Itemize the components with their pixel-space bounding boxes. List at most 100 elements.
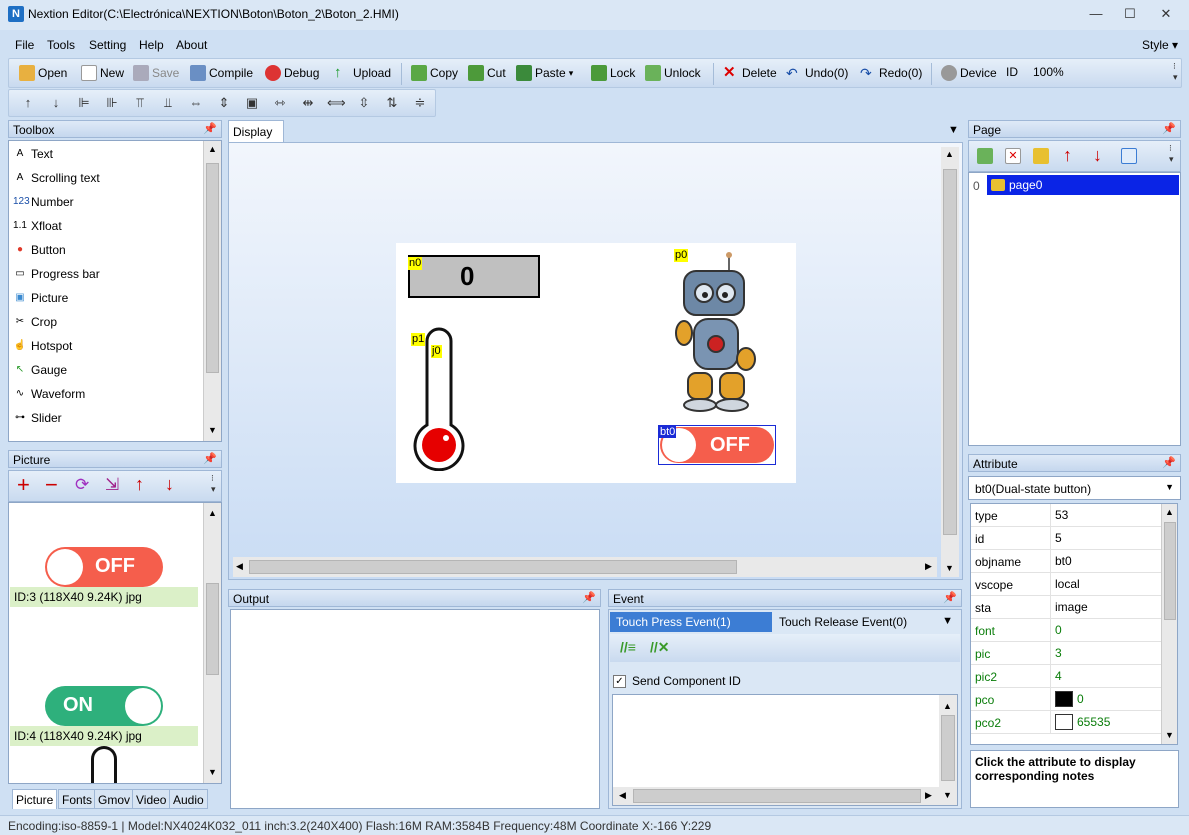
copy-page-icon[interactable] xyxy=(1121,148,1137,164)
thermometer-thumbnail[interactable] xyxy=(91,746,117,783)
remove-picture-icon[interactable]: − xyxy=(45,473,58,497)
scroll-thumb[interactable] xyxy=(249,560,737,574)
add-picture-icon[interactable]: + xyxy=(17,473,30,497)
tab-gmov[interactable]: Gmov xyxy=(94,789,135,809)
pin-icon[interactable]: 📌 xyxy=(582,591,596,604)
output-area[interactable] xyxy=(230,609,600,809)
tab-audio[interactable]: Audio xyxy=(169,789,208,809)
same-height-icon[interactable]: ⇳ xyxy=(355,95,373,111)
upload-button[interactable]: ↑ Upload xyxy=(334,65,391,81)
add-page-icon[interactable] xyxy=(977,148,993,164)
color-swatch[interactable] xyxy=(1055,714,1073,730)
pin-icon[interactable]: 📌 xyxy=(1162,122,1176,135)
scroll-up-icon[interactable]: ▲ xyxy=(208,144,217,154)
pin-icon[interactable]: 📌 xyxy=(203,452,217,465)
attribute-row[interactable]: pic 3 xyxy=(971,642,1177,665)
attribute-row[interactable]: id 5 xyxy=(971,527,1177,550)
new-button[interactable]: New xyxy=(81,65,124,81)
toolbox-item[interactable]: ▣ Picture xyxy=(13,291,68,305)
menu-file[interactable]: File xyxy=(15,38,34,52)
scroll-up-icon[interactable]: ▲ xyxy=(208,508,217,518)
picture-off-thumbnail[interactable]: OFF xyxy=(45,547,163,587)
horizontal-spacing-icon[interactable]: ⇹ xyxy=(299,95,317,111)
attribute-scrollbar[interactable]: ▲ ▼ xyxy=(1161,504,1177,744)
scroll-thumb[interactable] xyxy=(206,583,219,675)
debug-button[interactable]: Debug xyxy=(265,65,319,81)
toolbox-item[interactable]: ☝ Hotspot xyxy=(13,339,73,353)
zoom-level[interactable]: 100% xyxy=(1033,65,1064,79)
attribute-row[interactable]: pic2 4 xyxy=(971,665,1177,688)
replace-picture-icon[interactable]: ⟳ xyxy=(75,475,89,495)
align-bottom-icon[interactable]: ⫫ xyxy=(159,95,177,111)
scroll-left-icon[interactable]: ◀ xyxy=(236,561,243,572)
editor-hscrollbar[interactable]: ◀ ▶ ▼ xyxy=(613,787,957,805)
scroll-thumb[interactable] xyxy=(633,789,921,803)
component-selector[interactable]: bt0(Dual-state button) ▼ xyxy=(968,476,1181,500)
tab-display[interactable]: Display xyxy=(228,120,284,142)
send-component-id-option[interactable]: ✓ Send Component ID xyxy=(613,674,741,688)
tab-touch-press[interactable]: Touch Press Event(1) xyxy=(610,612,772,632)
attribute-row[interactable]: pco 0 xyxy=(971,688,1177,711)
picture-on-thumbnail[interactable]: ON xyxy=(45,686,163,726)
delete-button[interactable]: ✕ Delete xyxy=(723,65,777,81)
maximize-icon[interactable]: ☐ xyxy=(1120,6,1140,22)
id-button[interactable]: ID xyxy=(1006,65,1018,79)
unlock-button[interactable]: Unlock xyxy=(645,65,701,81)
menu-about[interactable]: About xyxy=(176,38,207,52)
scroll-down-icon[interactable]: ▼ xyxy=(945,563,954,573)
scroll-up-icon[interactable]: ▲ xyxy=(1165,507,1174,517)
move-up-icon[interactable]: ↑ xyxy=(135,474,144,495)
scroll-thumb[interactable] xyxy=(943,169,957,535)
delete-page-icon[interactable]: ✕ xyxy=(1005,148,1021,164)
compile-button[interactable]: Compile xyxy=(190,65,253,81)
bring-up-icon[interactable]: ↑ xyxy=(19,95,37,111)
attribute-row[interactable]: vscope local xyxy=(971,573,1177,596)
scroll-left-icon[interactable]: ◀ xyxy=(619,790,626,801)
lock-button[interactable]: Lock xyxy=(591,65,635,81)
scroll-thumb[interactable] xyxy=(941,715,955,781)
picture-scrollbar[interactable]: ▲ ▼ xyxy=(203,503,221,783)
toolbox-item[interactable]: 1.1 Xfloat xyxy=(13,219,62,233)
undo-button[interactable]: ↶ Undo(0) xyxy=(786,65,848,81)
scroll-right-icon[interactable]: ▶ xyxy=(925,561,932,572)
progress-component-j0[interactable]: j0 xyxy=(431,345,442,358)
attribute-row[interactable]: objname bt0 xyxy=(971,550,1177,573)
open-button[interactable]: Open xyxy=(19,65,67,81)
toolbox-item[interactable]: ✂ Crop xyxy=(13,315,57,329)
paste-button[interactable]: Paste ▾ xyxy=(516,65,573,81)
tab-video[interactable]: Video xyxy=(132,789,171,809)
scroll-up-icon[interactable]: ▲ xyxy=(945,149,954,159)
copy-button[interactable]: Copy xyxy=(411,65,458,81)
toolbar-overflow-icon[interactable]: ⁝ ▾ xyxy=(1169,143,1174,165)
align-top-icon[interactable]: ⫪ xyxy=(131,95,149,111)
page-item-page0[interactable]: page0 xyxy=(987,175,1179,195)
export-picture-icon[interactable]: ⇲ xyxy=(105,475,119,495)
scroll-up-icon[interactable]: ▲ xyxy=(943,701,952,711)
dropdown-icon[interactable]: ▼ xyxy=(942,615,953,627)
send-down-icon[interactable]: ↓ xyxy=(47,95,65,111)
toolbox-item[interactable]: A Scrolling text xyxy=(13,171,100,185)
scroll-down-icon[interactable]: ▼ xyxy=(208,425,217,435)
color-swatch[interactable] xyxy=(1055,691,1073,707)
tab-picture[interactable]: Picture xyxy=(12,789,58,809)
scroll-down-icon[interactable]: ▼ xyxy=(1165,730,1174,740)
attribute-row[interactable]: type 53 xyxy=(971,504,1177,527)
number-component-n0[interactable]: 0 xyxy=(408,255,540,298)
toolbox-item[interactable]: A Text xyxy=(13,147,53,161)
vertical-spacing-icon[interactable]: ⇅ xyxy=(383,95,401,111)
close-icon[interactable]: ✕ xyxy=(1156,6,1176,22)
tab-fonts[interactable]: Fonts xyxy=(58,789,97,809)
scroll-right-icon[interactable]: ▶ xyxy=(925,790,932,801)
page-up-icon[interactable]: ↑ xyxy=(1063,145,1072,166)
toolbox-item[interactable]: ▭ Progress bar xyxy=(13,267,99,281)
vertical-equal-icon[interactable]: ≑ xyxy=(411,95,429,111)
dual-state-button-bt0[interactable]: OFF bt0 xyxy=(658,425,776,465)
toolbox-item[interactable]: 123 Number xyxy=(13,195,74,209)
style-menu[interactable]: Style ▾ xyxy=(1142,38,1178,52)
device-button[interactable]: Device xyxy=(941,65,997,81)
display-hscrollbar[interactable]: ◀ ▶ xyxy=(233,557,937,577)
toolbox-item[interactable]: ● Button xyxy=(13,243,66,257)
tab-list-dropdown-icon[interactable]: ▼ xyxy=(948,124,959,136)
page-down-icon[interactable]: ↓ xyxy=(1093,145,1102,166)
picture-component-p0[interactable] xyxy=(670,251,764,417)
